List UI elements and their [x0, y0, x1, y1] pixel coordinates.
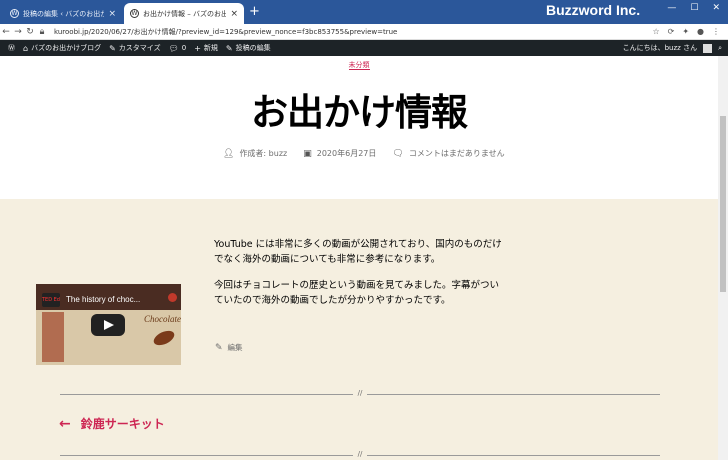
post-meta: 👤︎ 作成者: buzz ▣ 2020年6月27日 🗨︎ コメントはまだありませ… — [223, 148, 505, 159]
meta-comments[interactable]: 🗨︎ コメントはまだありません — [392, 148, 504, 159]
arrow-left-icon: ← — [59, 415, 71, 432]
new-tab-icon[interactable]: + — [249, 4, 260, 19]
play-button[interactable] — [91, 314, 125, 336]
tab-preview[interactable]: W お出かけ情報 – バズのお出かけブログ × — [124, 3, 244, 24]
admin-edit-post[interactable]: ✎ 投稿の編集 — [226, 43, 271, 53]
thumbnail-text: Chocolate — [144, 314, 181, 324]
close-icon[interactable]: × — [230, 9, 238, 19]
wordpress-icon: W — [130, 9, 139, 18]
meta-author[interactable]: 👤︎ 作成者: buzz — [223, 148, 287, 159]
brush-icon: ✎ — [109, 43, 116, 53]
browser-titlebar: W 投稿の編集 ‹ バズのお出かけブログ × W お出かけ情報 – バズのお出か… — [0, 0, 728, 24]
search-icon[interactable]: ⌕ — [718, 44, 722, 53]
video-title[interactable]: The history of choc... — [66, 295, 140, 304]
post-title: お出かけ情報 — [251, 91, 468, 134]
calendar-icon: ▣ — [303, 148, 312, 159]
back-icon[interactable]: ← — [0, 27, 12, 37]
extensions-icon[interactable]: ✦ — [682, 27, 689, 36]
thumbnail-tree-graphic — [42, 312, 64, 362]
prev-post-link[interactable]: ← 鈴鹿サーキット — [59, 415, 165, 432]
admin-site-name[interactable]: ⌂ バズのお出かけブログ — [23, 43, 101, 53]
close-window-icon[interactable]: ✕ — [712, 3, 720, 13]
comment-icon: 💬︎ — [168, 43, 179, 53]
scrollbar-thumb[interactable] — [720, 116, 726, 292]
post-header: 未分類 お出かけ情報 👤︎ 作成者: buzz ▣ 2020年6月27日 🗨︎ … — [0, 56, 718, 199]
sync-icon[interactable]: ⟳ — [668, 27, 675, 36]
profile-icon[interactable]: ● — [697, 27, 704, 36]
admin-new[interactable]: + 新規 — [194, 43, 218, 53]
youtube-embed[interactable]: TED Ed The history of choc... Chocolate — [36, 284, 181, 365]
lock-icon[interactable]: 🔒︎ — [36, 27, 48, 37]
video-menu-icon[interactable] — [168, 293, 177, 302]
forward-icon[interactable]: → — [12, 27, 24, 37]
post-content: YouTube には非常に多くの動画が公開されており、国内のものだけでなく海外の… — [0, 199, 718, 460]
pencil-icon: ✎ — [225, 43, 233, 53]
minimize-icon[interactable]: — — [667, 3, 676, 13]
paragraph: YouTube には非常に多くの動画が公開されており、国内のものだけでなく海外の… — [214, 239, 502, 265]
comment-icon: 🗨︎ — [392, 148, 404, 159]
wordpress-icon: W — [10, 9, 19, 18]
user-icon: 👤︎ — [223, 148, 235, 159]
post-body: YouTube には非常に多くの動画が公開されており、国内のものだけでなく海外の… — [214, 237, 504, 319]
post-category: 未分類 — [0, 60, 718, 70]
address-bar: ← → ↻ 🔒︎ kuroobi.jp/2020/06/27/お出かけ情報/?p… — [0, 24, 728, 40]
edit-link[interactable]: ✎ 編集 — [215, 342, 243, 353]
paragraph: 今回はチョコレートの歴史という動画を見てみました。字幕がついていたので海外の動画… — [214, 280, 500, 306]
admin-comments[interactable]: 💬︎ 0 — [169, 44, 187, 53]
edit-icon: ✎ — [215, 342, 223, 353]
maximize-icon[interactable]: ☐ — [690, 3, 698, 13]
home-icon: ⌂ — [23, 43, 29, 53]
wp-logo-icon[interactable]: Ⓦ — [8, 43, 15, 53]
reload-icon[interactable]: ↻ — [24, 27, 36, 37]
separator-label: // — [353, 450, 367, 458]
star-icon[interactable]: ☆ — [652, 27, 659, 36]
separator-label: // — [353, 389, 367, 397]
admin-greeting[interactable]: こんにちは、buzz さん — [623, 43, 697, 53]
url-input[interactable]: kuroobi.jp/2020/06/27/お出かけ情報/?preview_id… — [54, 27, 652, 37]
tab-label: お出かけ情報 – バズのお出かけブログ — [143, 9, 227, 18]
category-link[interactable]: 未分類 — [348, 61, 370, 70]
menu-icon[interactable]: ⋮ — [712, 27, 720, 36]
channel-logo: TED Ed — [42, 293, 60, 307]
wp-admin-bar: Ⓦ ⌂ バズのお出かけブログ ✎ カスタマイズ 💬︎ 0 + 新規 ✎ 投稿の編… — [0, 40, 728, 56]
admin-customize[interactable]: ✎ カスタマイズ — [109, 43, 161, 53]
tab-edit-post[interactable]: W 投稿の編集 ‹ バズのお出かけブログ × — [4, 3, 122, 24]
plus-icon: + — [194, 43, 201, 53]
scrollbar[interactable] — [718, 56, 728, 460]
brand-logo: Buzzword Inc. — [546, 2, 641, 18]
tab-label: 投稿の編集 ‹ バズのお出かけブログ — [23, 9, 105, 18]
meta-date[interactable]: ▣ 2020年6月27日 — [303, 148, 376, 159]
window-controls: — ☐ ✕ — [667, 3, 720, 13]
close-icon[interactable]: × — [108, 9, 116, 19]
avatar[interactable] — [703, 43, 713, 53]
